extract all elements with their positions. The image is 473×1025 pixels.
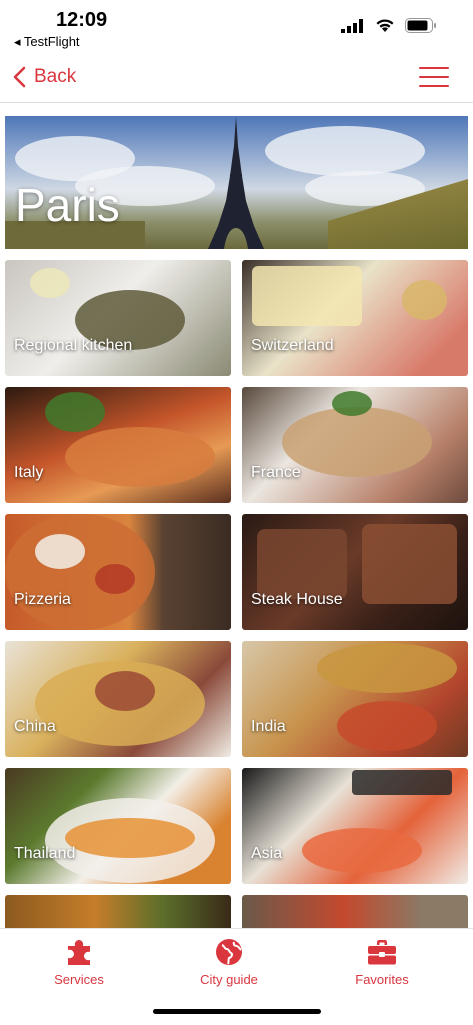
- status-bar: 12:09 ◂ TestFlight: [0, 0, 473, 52]
- city-hero-banner[interactable]: Paris: [5, 116, 468, 249]
- category-tile-pizzeria[interactable]: Pizzeria: [5, 514, 231, 630]
- category-tile-thailand[interactable]: Thailand: [5, 768, 231, 884]
- navigation-bar: Back: [0, 52, 473, 103]
- category-tile-steak-house[interactable]: Steak House: [242, 514, 468, 630]
- status-icons: [341, 18, 437, 33]
- category-label: Steak House: [251, 591, 343, 608]
- category-tile-italy[interactable]: Italy: [5, 387, 231, 503]
- home-indicator: [153, 1009, 321, 1014]
- tab-favorites[interactable]: Favorites: [322, 929, 442, 999]
- testflight-back-link[interactable]: ◂ TestFlight: [14, 34, 80, 50]
- category-tile-partial[interactable]: [242, 895, 468, 928]
- category-label: Asia: [251, 845, 283, 862]
- category-tile-partial[interactable]: [5, 895, 231, 928]
- tab-services[interactable]: Services: [19, 929, 139, 999]
- back-button[interactable]: Back: [12, 62, 76, 92]
- category-label: Switzerland: [251, 337, 334, 354]
- city-title: Paris: [15, 179, 120, 231]
- tab-label: Favorites: [355, 972, 409, 987]
- battery-icon: [405, 18, 436, 33]
- category-tile-china[interactable]: China: [5, 641, 231, 757]
- category-label: Pizzeria: [14, 591, 71, 608]
- tab-label: Services: [54, 972, 104, 987]
- menu-button[interactable]: [419, 65, 449, 89]
- category-tile-regional-kitchen[interactable]: Regional kitchen: [5, 260, 231, 376]
- cellular-signal-icon: [341, 18, 363, 33]
- category-tile-france[interactable]: France: [242, 387, 468, 503]
- eiffel-tower-image: [208, 116, 264, 249]
- briefcase-icon: [368, 940, 396, 965]
- category-tile-switzerland[interactable]: Switzerland: [242, 260, 468, 376]
- tab-city-guide[interactable]: City guide: [169, 929, 289, 999]
- category-label: Thailand: [14, 845, 76, 862]
- category-label: China: [14, 718, 56, 735]
- hamburger-icon: [419, 67, 449, 69]
- wifi-icon: [376, 19, 394, 32]
- status-time: 12:09: [56, 9, 108, 31]
- content-scroll[interactable]: Paris Regional kitchen Switzerland Italy…: [0, 102, 473, 928]
- category-label: Italy: [14, 464, 44, 481]
- tab-label: City guide: [200, 972, 258, 987]
- category-tile-asia[interactable]: Asia: [242, 768, 468, 884]
- chevron-left-icon: [13, 66, 26, 88]
- category-label: France: [251, 464, 301, 481]
- category-label: Regional kitchen: [14, 337, 133, 354]
- category-label: India: [251, 718, 286, 735]
- puzzle-icon: [68, 940, 90, 965]
- back-label: Back: [34, 66, 77, 87]
- globe-icon: [216, 939, 242, 965]
- category-tile-india[interactable]: India: [242, 641, 468, 757]
